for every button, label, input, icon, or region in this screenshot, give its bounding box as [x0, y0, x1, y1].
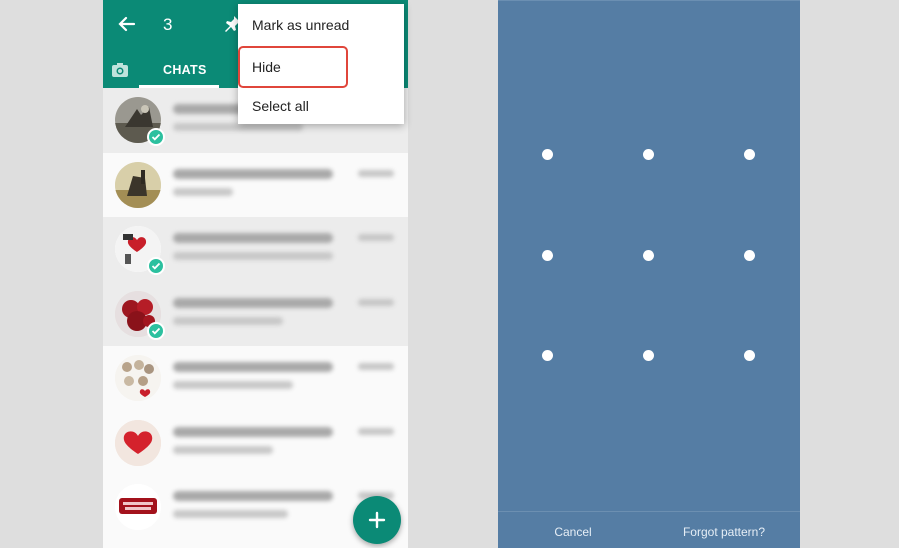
blurred-timestamp [358, 169, 394, 177]
forgot-pattern-button[interactable]: Forgot pattern? [648, 512, 800, 548]
chat-row[interactable] [103, 346, 408, 411]
blurred-contact-name [173, 362, 333, 372]
pattern-dot[interactable] [542, 350, 553, 361]
hide-highlight-box [238, 46, 348, 88]
screenshot-stage: 3 CHATS Mark as unread Hide Select all C… [0, 0, 899, 548]
tab-chats[interactable]: CHATS [163, 63, 207, 77]
pattern-bottom-bar: Cancel Forgot pattern? [498, 511, 800, 548]
new-chat-fab[interactable] [353, 496, 401, 544]
hearts-avatar [115, 355, 161, 401]
blurred-contact-name [173, 233, 333, 243]
text-logo-avatar [115, 484, 161, 530]
chat-row[interactable] [103, 281, 408, 346]
selected-check-icon [147, 321, 165, 340]
blurred-message-preview [173, 381, 293, 389]
pattern-dot[interactable] [643, 350, 654, 361]
blurred-contact-name [173, 297, 333, 308]
menu-item-select-all[interactable]: Select all [238, 86, 404, 126]
plus-icon [368, 511, 386, 529]
pattern-dot[interactable] [542, 149, 553, 160]
photo-avatar [115, 161, 161, 208]
heart-avatar [115, 419, 161, 466]
blurred-timestamp [358, 298, 394, 306]
blurred-message-preview [173, 445, 273, 454]
pattern-dot[interactable] [643, 149, 654, 160]
chat-row[interactable] [103, 217, 408, 282]
camera-icon[interactable] [111, 62, 129, 78]
blurred-message-preview [173, 510, 288, 518]
blurred-message-preview [173, 187, 233, 196]
pattern-dot[interactable] [744, 350, 755, 361]
chat-row[interactable] [103, 411, 408, 476]
chat-list [103, 88, 408, 540]
blurred-contact-name [173, 426, 333, 437]
selected-check-icon [147, 257, 165, 275]
blurred-message-preview [173, 316, 283, 325]
blurred-timestamp [358, 234, 394, 241]
pattern-dot[interactable] [744, 250, 755, 261]
selected-check-icon [147, 128, 165, 146]
top-divider [498, 0, 800, 1]
arrow-back-icon[interactable] [117, 14, 137, 34]
menu-item-mark-unread[interactable]: Mark as unread [238, 5, 404, 45]
pattern-dot[interactable] [744, 149, 755, 160]
cancel-button[interactable]: Cancel [498, 512, 648, 548]
pattern-dot[interactable] [643, 250, 654, 261]
blurred-timestamp [358, 363, 394, 370]
blurred-contact-name [173, 168, 333, 179]
selected-count: 3 [163, 15, 173, 34]
blurred-contact-name [173, 491, 333, 501]
blurred-timestamp [358, 427, 394, 435]
pattern-dot[interactable] [542, 250, 553, 261]
chat-row[interactable] [103, 153, 408, 218]
pattern-lock-screen: Cancel Forgot pattern? [498, 0, 800, 548]
blurred-message-preview [173, 252, 333, 260]
